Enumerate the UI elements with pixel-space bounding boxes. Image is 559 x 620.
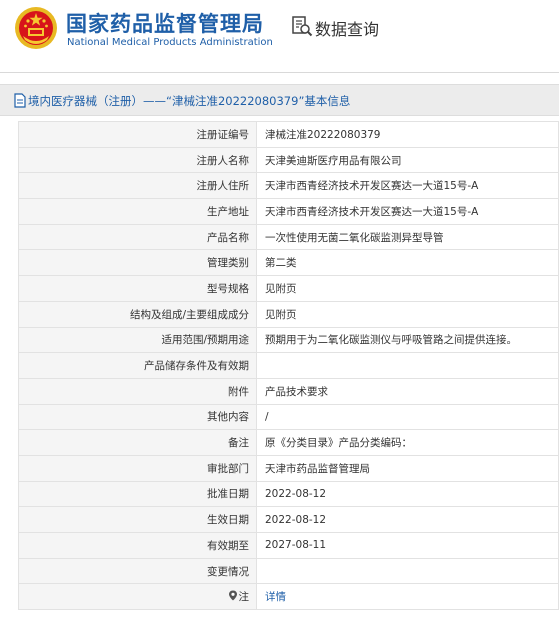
field-value: 预期用于为二氧化碳监测仪与呼吸管路之间提供连接。 (256, 326, 559, 354)
info-row: 适用范围/预期用途 预期用于为二氧化碳监测仪与呼吸管路之间提供连接。 (18, 326, 559, 354)
field-label: 型号规格 (18, 275, 257, 302)
field-value: / (256, 403, 559, 431)
info-row: 注册证编号 津械注准20222080379 (18, 121, 559, 148)
details-link[interactable]: 详情 (265, 591, 286, 603)
field-label: 注册人住所 (18, 172, 257, 200)
document-icon (14, 93, 26, 108)
field-value: 2027-08-11 (256, 532, 559, 559)
info-row: 批准日期 2022-08-12 (18, 480, 559, 508)
info-row: 审批部门 天津市药品监督管理局 (18, 454, 559, 482)
info-row: 型号规格 见附页 (18, 275, 559, 302)
field-label: 生效日期 (18, 506, 257, 533)
document-search-icon (292, 16, 313, 37)
field-label: 适用范围/预期用途 (18, 326, 257, 354)
field-value (256, 352, 559, 379)
info-row: 生效日期 2022-08-12 (18, 506, 559, 533)
field-label: 其他内容 (18, 403, 257, 431)
field-value: 见附页 (256, 275, 559, 302)
field-label: 注册人名称 (18, 146, 257, 174)
field-value: 天津市西青经济技术开发区赛达一大道15号-A (256, 198, 559, 225)
info-row: 变更情况 (18, 557, 559, 585)
field-value: 原《分类目录》产品分类编码： (256, 429, 559, 456)
field-value: 2022-08-12 (256, 506, 559, 533)
info-row: 注册人名称 天津美迪斯医疗用品有限公司 (18, 146, 559, 174)
record-title: 境内医疗器械（注册）——“津械注准20222080379”基本信息 (28, 94, 351, 108)
field-value: 一次性使用无菌二氧化碳监测异型导管 (256, 223, 559, 251)
national-emblem-icon (15, 7, 57, 49)
org-name-cn: 国家药品监督管理局 (66, 12, 264, 36)
field-label: 备注 (18, 429, 257, 456)
location-pin-icon (228, 590, 237, 601)
field-label: 附件 (18, 377, 257, 405)
field-label: 产品储存条件及有效期 (18, 352, 257, 379)
info-row: 有效期至 2027-08-11 (18, 532, 559, 559)
field-value: 见附页 (256, 300, 559, 328)
info-row: 产品储存条件及有效期 (18, 352, 559, 379)
field-label: 生产地址 (18, 198, 257, 225)
field-value: 天津市西青经济技术开发区赛达一大道15号-A (256, 172, 559, 200)
field-label: 审批部门 (18, 454, 257, 482)
info-row: 附件 产品技术要求 (18, 377, 559, 405)
field-label: 变更情况 (18, 557, 257, 585)
detail-row: 注 详情 (18, 583, 559, 611)
record-title-bar: 境内医疗器械（注册）——“津械注准20222080379”基本信息 (0, 84, 559, 116)
info-row: 其他内容 / (18, 403, 559, 431)
field-value: 第二类 (256, 249, 559, 277)
field-label: 结构及组成/主要组成成分 (18, 300, 257, 328)
field-value: 天津市药品监督管理局 (256, 454, 559, 482)
info-row: 结构及组成/主要组成成分 见附页 (18, 300, 559, 328)
info-row: 生产地址 天津市西青经济技术开发区赛达一大道15号-A (18, 198, 559, 225)
field-label: 管理类别 (18, 249, 257, 277)
field-value: 天津美迪斯医疗用品有限公司 (256, 146, 559, 174)
info-row: 产品名称 一次性使用无菌二氧化碳监测异型导管 (18, 223, 559, 251)
data-query-title: 数据查询 (315, 20, 380, 39)
field-value: 产品技术要求 (256, 377, 559, 405)
field-value (256, 557, 559, 585)
field-value: 津械注准20222080379 (256, 121, 559, 148)
detail-label: 注 (238, 591, 250, 604)
info-row: 管理类别 第二类 (18, 249, 559, 277)
detail-value-cell: 详情 (256, 583, 559, 611)
info-row: 注册人住所 天津市西青经济技术开发区赛达一大道15号-A (18, 172, 559, 200)
record-info-table: 注册证编号 津械注准20222080379 注册人名称 天津美迪斯医疗用品有限公司 注册… (18, 121, 559, 611)
field-value: 2022-08-12 (256, 480, 559, 508)
field-label: 批准日期 (18, 480, 257, 508)
header-divider (0, 72, 559, 73)
field-label: 产品名称 (18, 223, 257, 251)
info-row: 备注 原《分类目录》产品分类编码： (18, 429, 559, 456)
site-header: 国家药品监督管理局 National Medical Products Admi… (0, 0, 559, 72)
detail-label-cell: 注 (18, 583, 257, 611)
org-name-en: National Medical Products Administration (67, 37, 273, 48)
field-label: 注册证编号 (18, 121, 257, 148)
field-label: 有效期至 (18, 532, 257, 559)
